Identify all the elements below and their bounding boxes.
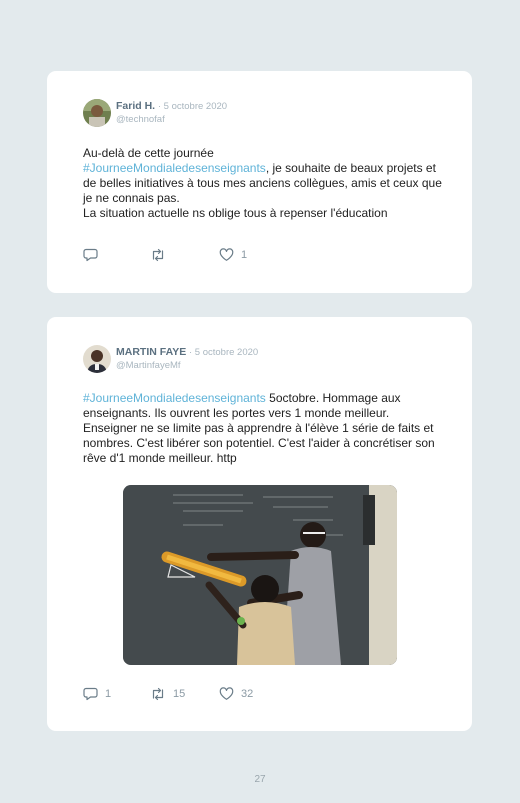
- heart-icon: [219, 687, 234, 701]
- heart-icon: [219, 248, 234, 262]
- hashtag-link[interactable]: #JourneeMondialedesenseignants: [83, 161, 266, 175]
- tweet-date[interactable]: · 5 octobre 2020: [189, 347, 258, 358]
- reply-button[interactable]: 1: [83, 687, 111, 701]
- reply-count: 1: [105, 688, 112, 700]
- hashtag-link[interactable]: #JourneeMondialedesenseignants: [83, 391, 266, 405]
- tweet-text-intro: Au-delà de cette journée: [83, 146, 214, 160]
- like-button[interactable]: 1: [219, 248, 247, 262]
- author-name[interactable]: Farid H.: [116, 100, 155, 112]
- author-name[interactable]: MARTIN FAYE: [116, 346, 186, 358]
- author-handle[interactable]: @MartinfayeMf: [116, 359, 258, 372]
- retweet-button[interactable]: 15: [150, 687, 185, 701]
- like-button[interactable]: 32: [219, 687, 253, 701]
- like-count: 1: [241, 249, 248, 261]
- reply-button[interactable]: [83, 248, 105, 262]
- tweet-image[interactable]: [123, 485, 397, 665]
- reply-icon: [83, 687, 98, 701]
- tweet-text: #JourneeMondialedesenseignants 5octobre.…: [83, 391, 443, 466]
- retweet-icon: [150, 687, 166, 701]
- tweet-date[interactable]: · 5 octobre 2020: [158, 101, 227, 112]
- avatar[interactable]: [83, 99, 111, 127]
- tweet-card: Farid H. · 5 octobre 2020 @technofaf Au-…: [47, 71, 472, 293]
- author-handle[interactable]: @technofaf: [116, 113, 227, 126]
- reply-icon: [83, 248, 98, 262]
- tweet-text-second-line: La situation actuelle ns oblige tous à r…: [83, 206, 388, 220]
- tweet-card: MARTIN FAYE · 5 octobre 2020 @Martinfaye…: [47, 317, 472, 731]
- tweet-text: Au-delà de cette journée #JourneeMondial…: [83, 146, 443, 221]
- page-number: 27: [254, 774, 266, 785]
- retweet-count: 15: [173, 688, 186, 700]
- tweet-header: Farid H. · 5 octobre 2020 @technofaf: [116, 100, 227, 126]
- tweet-header: MARTIN FAYE · 5 octobre 2020 @Martinfaye…: [116, 346, 258, 372]
- like-count: 32: [241, 688, 254, 700]
- avatar[interactable]: [83, 345, 111, 373]
- retweet-icon: [150, 248, 166, 262]
- retweet-button[interactable]: [150, 248, 173, 262]
